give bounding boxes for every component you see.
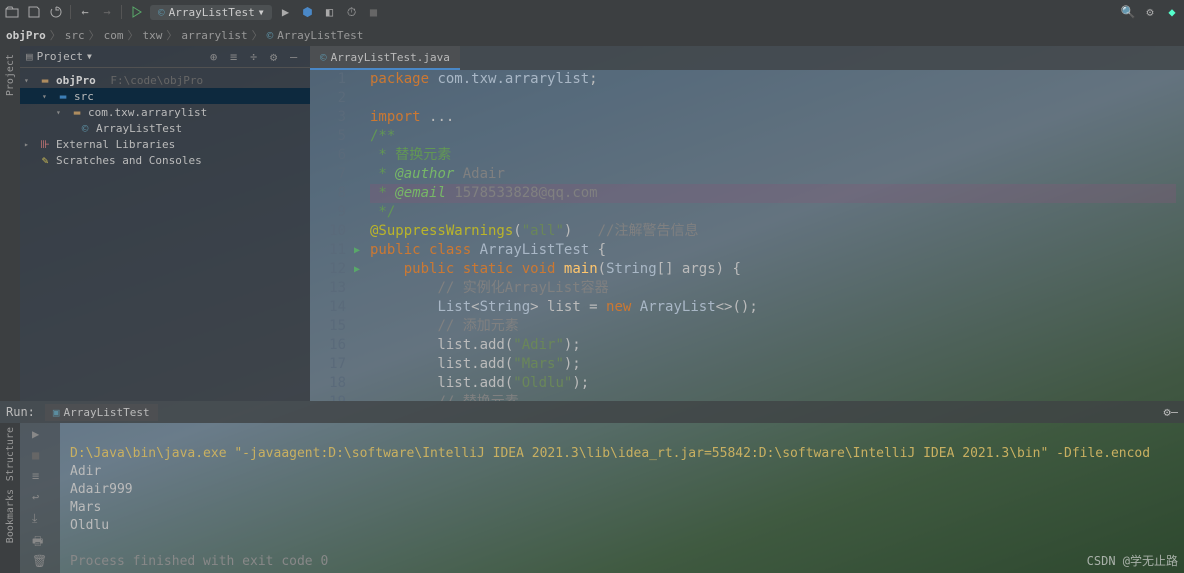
console-output[interactable]: D:\Java\bin\java.exe "-javaagent:D:\soft… xyxy=(60,423,1184,573)
forward-icon[interactable]: → xyxy=(99,4,115,20)
print-icon[interactable]: 🖶 xyxy=(32,532,48,548)
breadcrumb: objPro 〉src 〉com 〉txw 〉arrarylist 〉©Arra… xyxy=(0,24,1184,46)
panel-title[interactable]: ▤Project▼ xyxy=(26,50,92,63)
search-icon[interactable]: 🔍 xyxy=(1120,4,1136,20)
run-marker-icon[interactable]: ▶ xyxy=(354,241,370,260)
tree-src[interactable]: ▾▬src xyxy=(20,88,310,104)
structure-tab[interactable]: Structure xyxy=(5,423,16,485)
open-icon[interactable] xyxy=(4,4,20,20)
tree-class[interactable]: ©ArrayListTest xyxy=(20,120,310,136)
line-gutter: 1 2 3 5 6 7 8 9 10 11 12 13 14 15 16 17 … xyxy=(310,70,354,401)
build-icon[interactable] xyxy=(128,4,144,20)
stop-icon[interactable]: ■ xyxy=(366,4,382,20)
run-label: Run: xyxy=(6,405,35,419)
debug-icon[interactable]: ⬢ xyxy=(300,4,316,20)
project-panel: ▤Project▼ ⊕ ≡ ÷ ⚙ — ▾▬objPro F:\code\obj… xyxy=(20,46,310,401)
trash-icon[interactable]: 🗑 xyxy=(32,554,48,569)
back-icon[interactable]: ← xyxy=(77,4,93,20)
settings-icon[interactable]: ⚙ xyxy=(1142,4,1158,20)
scroll-icon[interactable]: ⤓ xyxy=(32,511,48,526)
code-area[interactable]: package com.txw.arrarylist; import ... /… xyxy=(370,70,1184,401)
editor: ©ArrayListTest.java 1 2 3 5 6 7 8 9 10 1… xyxy=(310,46,1184,401)
run-icon[interactable]: ▶ xyxy=(278,4,294,20)
breadcrumb-project[interactable]: objPro xyxy=(6,29,46,42)
coverage-icon[interactable]: ◧ xyxy=(322,4,338,20)
tree-root[interactable]: ▾▬objPro F:\code\objPro xyxy=(20,72,310,88)
gear-icon[interactable]: ⚙ xyxy=(270,50,284,64)
soft-wrap-icon[interactable]: ↩ xyxy=(32,490,48,505)
run-panel-header: Run: ▣ArrayListTest ⚙ — xyxy=(0,401,1184,423)
expand-all-icon[interactable]: ≡ xyxy=(230,50,244,64)
save-icon[interactable] xyxy=(26,4,42,20)
select-target-icon[interactable]: ⊕ xyxy=(210,50,224,64)
run-gutter: ▶ ▶ xyxy=(354,70,370,401)
editor-tabs: ©ArrayListTest.java xyxy=(310,46,1184,70)
run-tab[interactable]: ▣ArrayListTest xyxy=(45,404,158,421)
editor-tab[interactable]: ©ArrayListTest.java xyxy=(310,46,460,70)
reload-icon[interactable] xyxy=(48,4,64,20)
profile-icon[interactable]: ⏱ xyxy=(344,4,360,20)
run-config-selector[interactable]: ©ArrayListTest▼ xyxy=(150,5,272,20)
project-tab[interactable]: Project xyxy=(5,50,16,100)
collapse-all-icon[interactable]: ÷ xyxy=(250,50,264,64)
left-tool-strip-bottom: Structure Bookmarks xyxy=(0,423,20,573)
watermark: CSDN @学无止路 xyxy=(1087,552,1178,569)
tree-scratch[interactable]: ✎Scratches and Consoles xyxy=(20,152,310,168)
tree-ext-lib[interactable]: ▸⊪External Libraries xyxy=(20,136,310,152)
rerun-icon[interactable]: ▶ xyxy=(32,427,48,442)
layout-icon[interactable]: ≡ xyxy=(32,469,48,484)
hide-icon[interactable]: — xyxy=(290,50,304,64)
left-tool-strip: Project xyxy=(0,46,20,401)
stop-run-icon[interactable]: ■ xyxy=(32,448,48,463)
bookmarks-tab[interactable]: Bookmarks xyxy=(5,485,16,547)
avatar-icon[interactable]: ◆ xyxy=(1164,4,1180,20)
tree-pkg[interactable]: ▾▬com.txw.arrarylist xyxy=(20,104,310,120)
run-hide-icon[interactable]: — xyxy=(1171,405,1178,419)
main-toolbar: ← → ©ArrayListTest▼ ▶ ⬢ ◧ ⏱ ■ 🔍 ⚙ ◆ xyxy=(0,0,1184,24)
run-sidebar: ▶ ■ ≡ ↩ ⤓ 🖶 🗑 xyxy=(20,423,60,573)
project-tree: ▾▬objPro F:\code\objPro ▾▬src ▾▬com.txw.… xyxy=(20,68,310,172)
run-marker-icon[interactable]: ▶ xyxy=(354,260,370,279)
run-settings-icon[interactable]: ⚙ xyxy=(1164,405,1171,419)
